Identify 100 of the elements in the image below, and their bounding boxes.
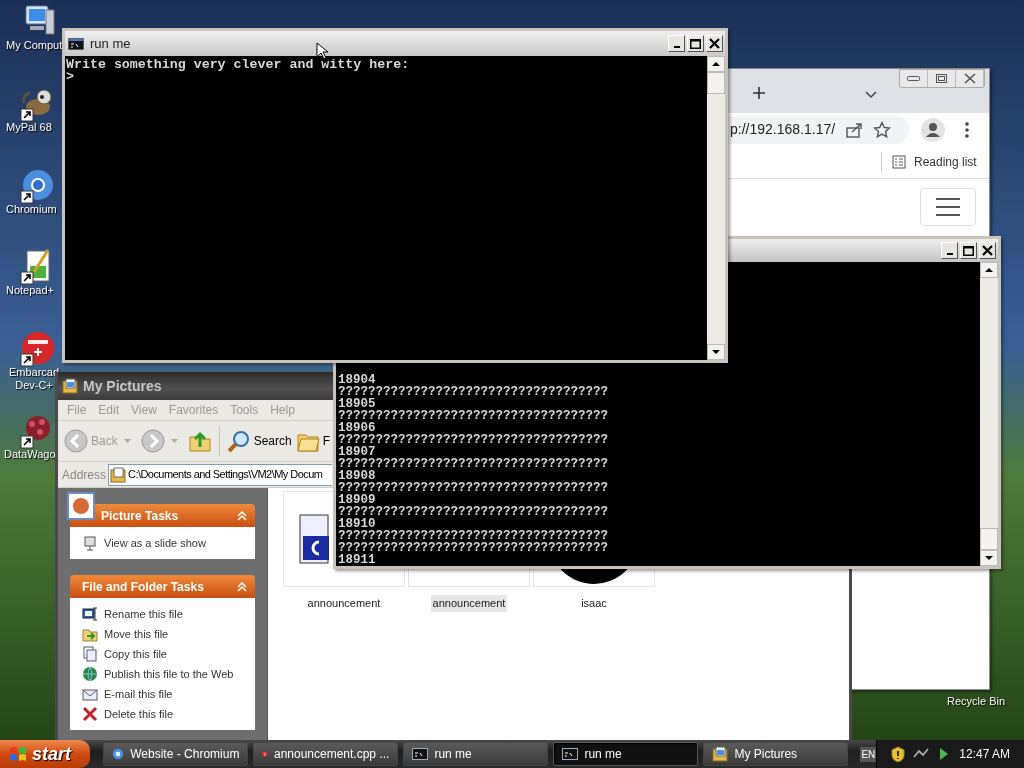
star-icon[interactable] — [873, 120, 892, 139]
collapse-icon — [237, 581, 247, 592]
desktop-icon-label[interactable]: Notepad+ — [6, 284, 54, 297]
maximize-button[interactable] — [960, 242, 977, 259]
address-bar[interactable]: p://192.168.1.17/ — [729, 115, 909, 144]
menu-icon — [935, 197, 961, 217]
task-link[interactable]: View as a slide show — [104, 534, 206, 552]
console-line: 18911 — [338, 554, 377, 566]
minimize-icon — [907, 76, 920, 81]
scrollbar[interactable] — [707, 56, 725, 360]
caret-icon — [170, 439, 178, 443]
console-line: ???????????????????????????????????? — [338, 482, 610, 494]
plus-icon — [752, 86, 766, 100]
task-link[interactable]: Copy this file — [104, 645, 167, 663]
task-link[interactable]: Move this file — [104, 625, 169, 643]
task-link[interactable]: Publish this file to the Web — [104, 665, 234, 683]
close-icon — [982, 245, 993, 256]
task-link[interactable]: Delete this file — [104, 705, 174, 723]
more-icon[interactable] — [964, 120, 970, 139]
console-line: Write something very clever and witty here: — [66, 59, 411, 71]
scroll-thumb[interactable] — [980, 528, 998, 550]
file-name[interactable]: isaac — [579, 595, 609, 612]
console-line: ???????????????????????????????????? — [338, 530, 610, 542]
share-icon[interactable] — [845, 120, 864, 139]
maximize-icon — [690, 38, 701, 49]
caret-icon — [123, 439, 131, 443]
console-line: ???????????????????????????????????? — [338, 506, 610, 518]
console-line: ???????????????????????????????????? — [338, 542, 610, 554]
desktop-icon-label[interactable]: Chromium — [6, 203, 57, 216]
console-line: ???????????????????????????????????? — [338, 434, 610, 446]
taskbar-button[interactable]: announcement.cpp ... — [253, 742, 399, 766]
search-icon — [226, 429, 251, 453]
file-name[interactable]: announcement — [305, 595, 383, 612]
desktop-icon-label[interactable]: Recycle Bin — [947, 695, 1006, 708]
delete-icon — [82, 706, 98, 722]
console-line: 18910 — [338, 518, 376, 530]
console-line: > — [66, 71, 75, 83]
picture-icon — [67, 492, 95, 520]
address-text: C:\Documents and Settings\VM2\My Docum — [128, 467, 323, 483]
window-title: run me — [90, 34, 131, 53]
folders-button[interactable]: F — [295, 429, 331, 453]
console-icon — [412, 746, 429, 762]
desktop-icon-label[interactable]: DataWago — [4, 448, 56, 461]
minimize-icon — [946, 253, 953, 255]
profile-icon[interactable] — [921, 117, 945, 142]
file-name[interactable]: announcement — [430, 595, 508, 612]
desktop-icon-label[interactable]: Embarcad Dev-C+ — [6, 366, 62, 392]
shield-icon — [891, 746, 906, 762]
task-panel-title: Picture Tasks — [101, 507, 179, 525]
document-icon — [299, 514, 329, 564]
language-indicator[interactable]: EN — [860, 746, 877, 762]
console-line: ???????????????????????????????????? — [338, 410, 610, 422]
task-panel-title: File and Folder Tasks — [82, 578, 204, 596]
menu-button[interactable] — [920, 188, 976, 226]
taskbar-button[interactable]: run me — [403, 742, 549, 766]
rename-icon — [82, 606, 98, 622]
clock: 12:47 AM — [959, 746, 1010, 763]
task-link[interactable]: Rename this file — [104, 605, 183, 623]
search-button[interactable]: Search — [226, 429, 292, 453]
console-icon — [68, 37, 84, 50]
circle-logo-icon — [112, 746, 125, 762]
console-line: ???????????????????????????????????? — [338, 386, 610, 398]
forward-icon[interactable] — [140, 429, 165, 453]
publish-icon — [82, 666, 98, 682]
address-field[interactable]: C:\Documents and Settings\VM2\My Docum — [108, 463, 333, 486]
console-line: 18905 — [338, 398, 376, 410]
task-link[interactable]: E-mail this file — [104, 685, 173, 703]
desktop-icon-label[interactable]: My Comput — [6, 39, 63, 52]
console-line: ???????????????????????????????????? — [338, 458, 610, 470]
console-line: 18908 — [338, 470, 376, 482]
taskbar-button[interactable]: My Pictures — [703, 742, 849, 766]
scrollbar[interactable] — [980, 262, 998, 566]
move-icon — [82, 626, 98, 642]
console-line: 18906 — [338, 422, 376, 434]
desktop-icon-label[interactable]: MyPal 68 — [6, 121, 52, 134]
maximize-button[interactable] — [687, 35, 704, 52]
up-folder-icon[interactable] — [187, 429, 212, 453]
close-icon — [963, 73, 976, 84]
reading-list-button[interactable]: Reading list — [892, 153, 977, 171]
close-icon — [709, 38, 720, 49]
taskbar-button[interactable]: run me — [553, 742, 699, 766]
console-icon — [562, 746, 579, 762]
minimize-icon — [673, 46, 680, 48]
console-line: 18904 — [338, 374, 376, 386]
caret-icon[interactable] — [865, 91, 877, 99]
flag-icon — [8, 745, 28, 763]
window-title: My Pictures — [83, 376, 162, 396]
folder-icon — [712, 746, 729, 762]
address-label: Address — [62, 466, 107, 484]
collapse-icon — [237, 510, 247, 521]
scroll-thumb[interactable] — [707, 72, 725, 94]
folder-icon — [62, 378, 78, 394]
url-text: p://192.168.1.17/ — [730, 120, 836, 139]
copy-icon — [82, 646, 98, 662]
maximize-icon — [963, 245, 974, 256]
console-line: 18907 — [338, 446, 376, 458]
list-icon — [892, 155, 906, 169]
taskbar-button[interactable]: Website - Chromium — [103, 742, 249, 766]
start-button[interactable]: start — [0, 740, 91, 768]
folder-icon — [110, 466, 127, 483]
